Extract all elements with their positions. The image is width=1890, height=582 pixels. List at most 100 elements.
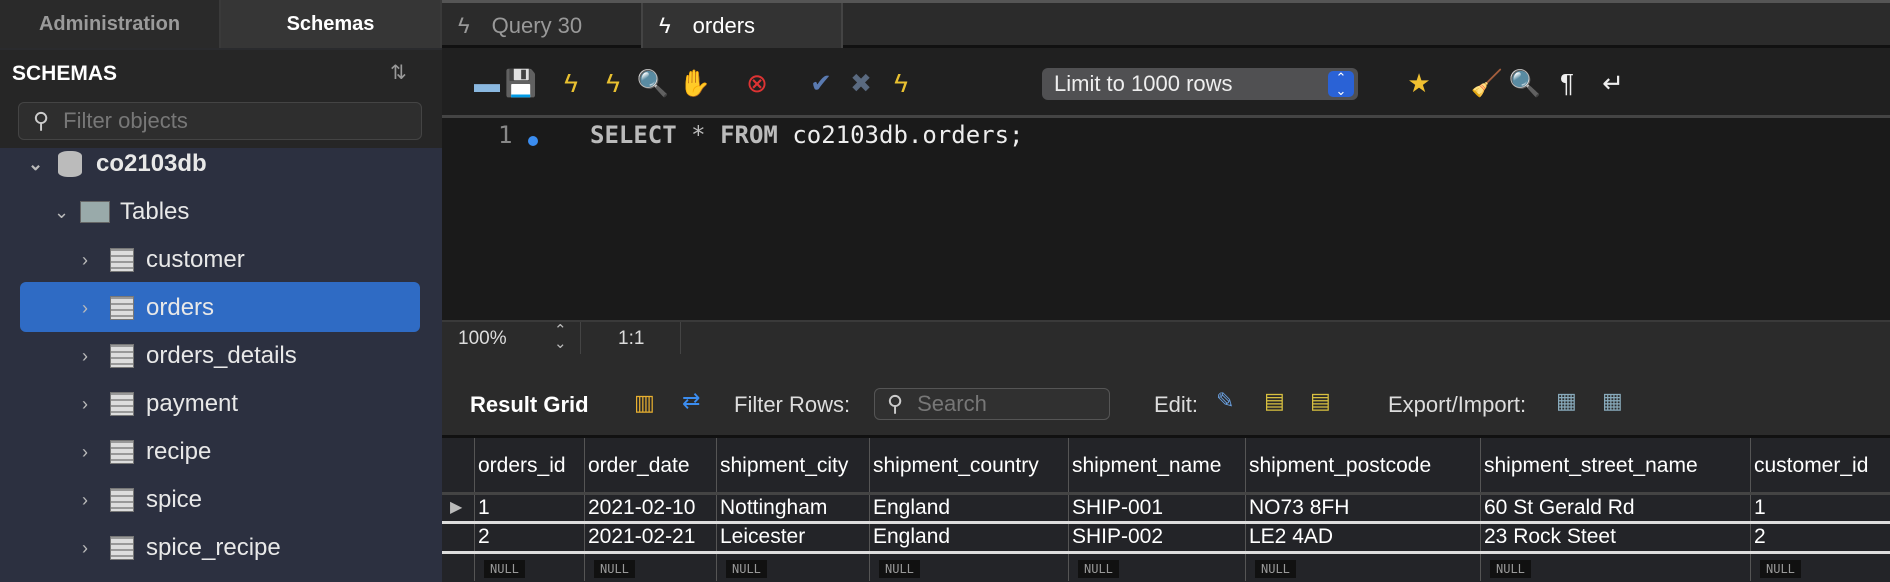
grid-cell[interactable]: NULL — [869, 554, 1068, 581]
word-wrap-icon[interactable]: ↵ — [1598, 68, 1628, 98]
find-icon[interactable]: 🔍 — [1509, 68, 1541, 98]
column-header-order_date[interactable]: order_date — [584, 438, 716, 494]
chevron-right-icon: › — [82, 249, 88, 270]
grid-cell[interactable]: England — [869, 524, 1068, 551]
save-icon[interactable]: 💾 — [505, 68, 537, 98]
grid-cell[interactable]: NULL — [474, 554, 584, 581]
grid-cell[interactable]: 2021-02-21 — [584, 524, 716, 551]
filter-rows-input[interactable]: ⚲ Search — [874, 388, 1110, 420]
stop-icon[interactable]: ✋ — [679, 68, 711, 98]
grid-cell[interactable]: 2 — [474, 524, 584, 551]
table-icon — [110, 248, 134, 272]
grid-cell[interactable]: 1 — [474, 495, 584, 522]
table-icon — [110, 488, 134, 512]
open-folder-icon[interactable]: ▬ — [472, 68, 502, 98]
tab-administration[interactable]: Administration — [0, 0, 221, 48]
table-row[interactable]: NULL NULL NULL NULL NULL NULL NULL NULL — [442, 551, 1890, 581]
grid-cell[interactable]: SHIP-002 — [1068, 524, 1245, 551]
grid-cell[interactable]: NULL — [1245, 554, 1480, 581]
grid-cell[interactable]: 2 — [1750, 524, 1890, 551]
table-orders_details[interactable]: › orders_details — [82, 332, 297, 380]
grid-cell[interactable]: Nottingham — [716, 495, 869, 522]
result-toolbar: Result Grid ▥ ⇄ Filter Rows: ⚲ Search Edi… — [442, 354, 1890, 438]
toggle-error-icon[interactable]: ⊗ — [742, 68, 772, 98]
table-icon — [110, 440, 134, 464]
export-import-label: Export/Import: — [1388, 392, 1527, 417]
result-grid[interactable]: orders_id order_date shipment_city shipment… — [442, 438, 1890, 582]
execute-icon[interactable]: ϟ — [556, 68, 586, 98]
commit-icon[interactable]: ✔ — [806, 68, 836, 98]
add-snippet-icon[interactable]: ★ — [1404, 68, 1434, 98]
edit-cell-icon[interactable]: ✎ — [1216, 388, 1234, 414]
schema-label: co2103db — [96, 150, 207, 177]
zoom-level[interactable]: 100% — [458, 328, 507, 350]
table-orders[interactable]: › orders — [82, 284, 214, 332]
column-header-shipment_postcode[interactable]: shipment_postcode — [1245, 438, 1480, 494]
grid-cell[interactable]: SHIP-001 — [1068, 495, 1245, 522]
grid-cell[interactable]: England — [869, 495, 1068, 522]
column-header-shipment_street_name[interactable]: shipment_street_name — [1480, 438, 1750, 494]
table-row[interactable]: ▶ 1 2021-02-10 Nottingham England SHIP-001 NO7… — [442, 492, 1890, 522]
grid-cell[interactable]: NULL — [1750, 554, 1890, 581]
grid-cell[interactable]: 1 — [1750, 495, 1890, 522]
tab-orders[interactable]: ϟ orders — [643, 3, 843, 48]
column-toggle-icon[interactable]: ▥ — [634, 390, 655, 416]
null-badge: NULL — [594, 560, 635, 578]
zoom-stepper-icon[interactable]: ⌃ ⌄ — [554, 323, 567, 351]
editor-status-bar: 100% ⌃ ⌄ 1:1 — [442, 320, 1890, 354]
refresh-icon[interactable]: ⇄ — [682, 388, 700, 414]
table-row[interactable]: 2 2021-02-21 Leicester England SHIP-002 LE2 4… — [442, 521, 1890, 551]
null-badge: NULL — [726, 560, 767, 578]
tab-query-30[interactable]: ϟ Query 30 — [442, 3, 643, 48]
schema-co2103db[interactable]: ⌄ co2103db — [28, 140, 207, 188]
add-row-icon[interactable]: ▤ — [1264, 388, 1285, 414]
delete-row-icon[interactable]: ▤ — [1310, 388, 1331, 414]
table-payment[interactable]: › payment — [82, 380, 238, 428]
sql-editor[interactable]: 1 SELECT * FROM co2103db.orders; — [442, 118, 1890, 320]
column-header-shipment_name[interactable]: shipment_name — [1068, 438, 1245, 494]
invisible-chars-icon[interactable]: ¶ — [1552, 68, 1582, 98]
null-badge: NULL — [1078, 560, 1119, 578]
execute-current-icon[interactable]: ϟ — [598, 68, 628, 98]
grid-cell[interactable]: NULL — [584, 554, 716, 581]
sql-identifier: co2103db.orders; — [792, 121, 1024, 149]
table-customer[interactable]: › customer — [82, 236, 245, 284]
grid-cell[interactable]: Leicester — [716, 524, 869, 551]
explain-icon[interactable]: 🔍 — [637, 68, 669, 98]
grid-cell[interactable]: 2021-02-10 — [584, 495, 716, 522]
rollback-icon[interactable]: ✖ — [846, 68, 876, 98]
cursor-position: 1:1 — [618, 328, 645, 349]
schemas-title: SCHEMAS — [12, 62, 118, 85]
refresh-icon[interactable]: ⇅ — [390, 60, 407, 85]
grid-cell[interactable]: 60 St Gerald Rd — [1480, 495, 1750, 522]
export-icon[interactable]: ▦ — [1556, 388, 1577, 414]
column-header-shipment_country[interactable]: shipment_country — [869, 438, 1068, 494]
filter-rows-label: Filter Rows: — [734, 392, 851, 417]
column-header-shipment_city[interactable]: shipment_city — [716, 438, 869, 494]
table-spice_recipe[interactable]: › spice_recipe — [82, 524, 281, 572]
import-icon[interactable]: ▦ — [1602, 388, 1623, 414]
grid-cell[interactable]: NULL — [1480, 554, 1750, 581]
table-recipe[interactable]: › recipe — [82, 428, 211, 476]
selection-highlight — [20, 282, 420, 332]
autocommit-icon[interactable]: ϟ — [886, 68, 916, 98]
table-label: orders_details — [146, 342, 297, 369]
tab-schemas[interactable]: Schemas — [221, 0, 442, 48]
grid-cell[interactable]: NULL — [1068, 554, 1245, 581]
grid-cell[interactable]: NULL — [716, 554, 869, 581]
column-header-customer_id[interactable]: customer_id — [1750, 438, 1890, 494]
filter-objects-input[interactable]: ⚲ Filter objects — [18, 102, 422, 140]
grid-cell[interactable]: NO73 8FH — [1245, 495, 1480, 522]
tables-folder[interactable]: ⌄ Tables — [54, 188, 189, 236]
null-badge: NULL — [484, 560, 525, 578]
table-spice[interactable]: › spice — [82, 476, 202, 524]
null-badge: NULL — [1255, 560, 1296, 578]
limit-rows-select[interactable]: Limit to 1000 rows ⌃ ⌄ — [1042, 68, 1358, 100]
beautify-icon[interactable]: 🧹 — [1471, 68, 1503, 98]
table-icon — [110, 296, 134, 320]
search-icon: ⚲ — [887, 391, 904, 416]
filter-placeholder: Filter objects — [63, 108, 188, 133]
grid-cell[interactable]: LE2 4AD — [1245, 524, 1480, 551]
column-header-orders_id[interactable]: orders_id — [474, 438, 584, 494]
grid-cell[interactable]: 23 Rock Steet — [1480, 524, 1750, 551]
